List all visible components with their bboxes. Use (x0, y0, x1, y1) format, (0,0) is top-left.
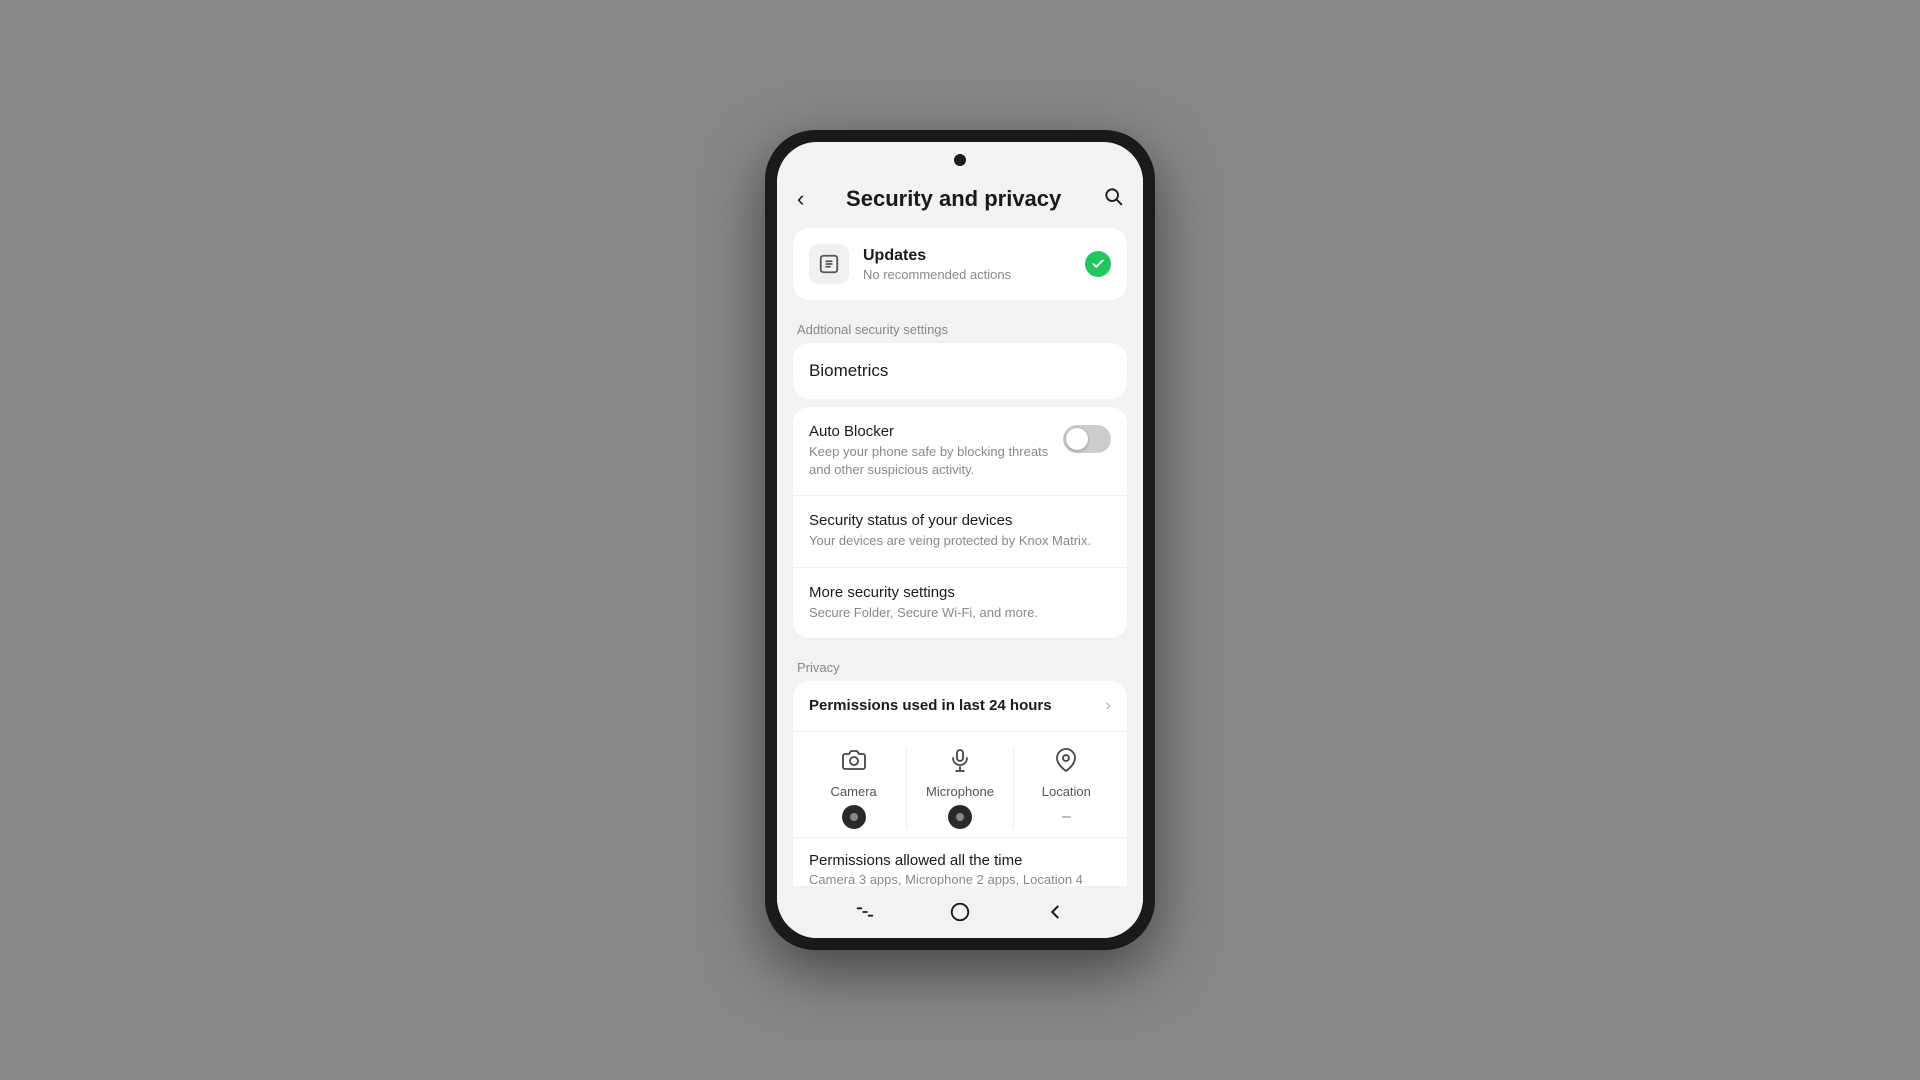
privacy-label: Privacy (777, 646, 1143, 681)
perm-microphone[interactable]: Microphone (907, 748, 1013, 829)
updates-text: Updates No recommended actions (863, 247, 1011, 282)
more-security-subtitle: Secure Folder, Secure Wi-Fi, and more. (809, 604, 1038, 622)
microphone-dot-indicator (948, 805, 972, 829)
status-bar (777, 142, 1143, 178)
camera-label: Camera (831, 784, 877, 799)
perm-camera[interactable]: Camera (801, 748, 907, 829)
security-status-item[interactable]: Security status of your devices Your dev… (793, 496, 1127, 567)
toggle-knob (1066, 428, 1088, 450)
auto-blocker-title: Auto Blocker (809, 423, 1051, 440)
microphone-label: Microphone (926, 784, 994, 799)
additional-security-label: Addtional security settings (777, 308, 1143, 343)
more-security-title: More security settings (809, 584, 1038, 601)
more-security-item[interactable]: More security settings Secure Folder, Se… (793, 568, 1127, 638)
nav-menu-button[interactable] (854, 901, 876, 923)
auto-blocker-item[interactable]: Auto Blocker Keep your phone safe by blo… (793, 407, 1127, 496)
search-button[interactable] (1103, 186, 1123, 212)
biometrics-card[interactable]: Biometrics (793, 343, 1127, 399)
phone-screen: ‹ Security and privacy (777, 142, 1143, 938)
biometrics-title: Biometrics (809, 361, 888, 380)
page-header: ‹ Security and privacy (777, 178, 1143, 228)
permissions-all-time[interactable]: Permissions allowed all the time Camera … (793, 838, 1127, 886)
camera-dot-indicator (842, 805, 866, 829)
updates-icon (809, 244, 849, 284)
permissions-all-sub: Camera 3 apps, Microphone 2 apps, Locati… (809, 872, 1111, 886)
permissions-all-title: Permissions allowed all the time (809, 852, 1111, 869)
location-icon (1054, 748, 1078, 778)
security-status-subtitle: Your devices are veing protected by Knox… (809, 532, 1091, 550)
updates-title: Updates (863, 247, 1011, 265)
page-title: Security and privacy (846, 186, 1061, 212)
chevron-right-icon: › (1106, 697, 1111, 715)
scroll-content[interactable]: Updates No recommended actions Addtional… (777, 228, 1143, 886)
privacy-section: Permissions used in last 24 hours › Ca (793, 681, 1127, 886)
nav-back-button[interactable] (1044, 901, 1066, 923)
camera-icon (842, 748, 866, 778)
auto-blocker-toggle[interactable] (1063, 425, 1111, 453)
navigation-bar (777, 886, 1143, 938)
permissions-24h-title: Permissions used in last 24 hours (809, 697, 1052, 714)
settings-group: Auto Blocker Keep your phone safe by blo… (793, 407, 1127, 638)
location-dash: – (1062, 805, 1071, 829)
security-status-title: Security status of your devices (809, 512, 1091, 529)
back-button[interactable]: ‹ (797, 186, 804, 212)
microphone-icon (948, 748, 972, 778)
updates-subtitle: No recommended actions (863, 267, 1011, 282)
auto-blocker-subtitle: Keep your phone safe by blocking threats… (809, 443, 1051, 479)
updates-status-icon (1085, 251, 1111, 277)
location-label: Location (1042, 784, 1091, 799)
nav-home-button[interactable] (949, 901, 971, 923)
camera-dot (954, 154, 966, 166)
perm-location[interactable]: Location – (1014, 748, 1119, 829)
updates-left: Updates No recommended actions (809, 244, 1011, 284)
permissions-24h[interactable]: Permissions used in last 24 hours › (793, 681, 1127, 732)
updates-card[interactable]: Updates No recommended actions (793, 228, 1127, 300)
phone-frame: ‹ Security and privacy (765, 130, 1155, 950)
header-icons (1103, 186, 1123, 212)
permissions-icons-row: Camera (793, 732, 1127, 838)
